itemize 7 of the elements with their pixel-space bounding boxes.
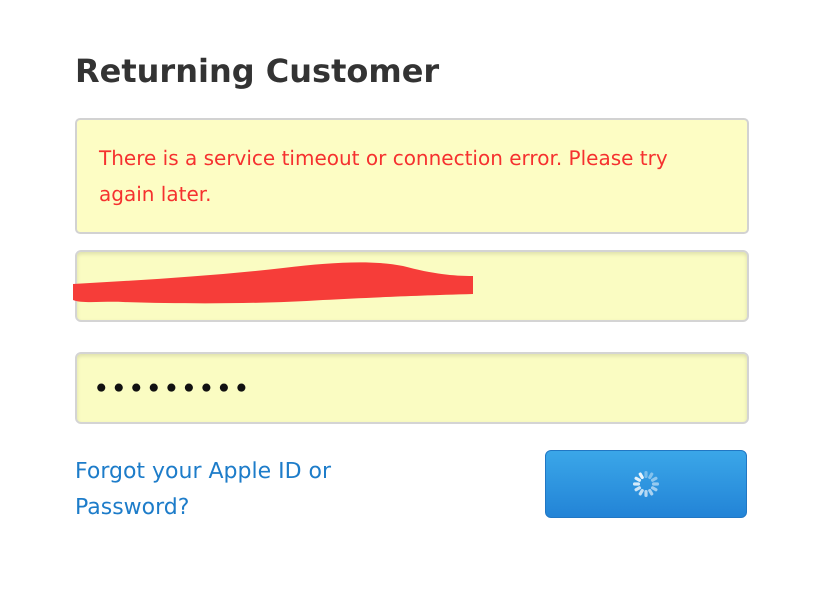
password-value: ••••••••• [93,372,251,404]
error-message: There is a service timeout or connection error. Please try again later. [75,118,749,234]
email-field[interactable] [75,250,749,322]
sign-in-button[interactable] [545,450,747,518]
password-field[interactable]: ••••••••• [75,352,749,424]
forgot-password-link[interactable]: Forgot your Apple ID or Password? [75,454,375,526]
section-heading: Returning Customer [75,52,440,90]
